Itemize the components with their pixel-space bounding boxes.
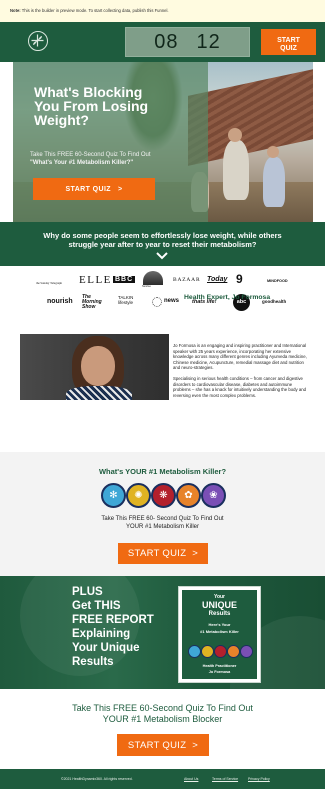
cta2-button-label: START QUIZ — [127, 739, 187, 751]
sun-icon: ✺ — [126, 483, 151, 508]
cta2-line-1: Take This FREE 60-Second Quiz To Find Ou… — [72, 703, 253, 713]
note-text: This is the builder in preview mode. To … — [21, 8, 169, 13]
quiz-subtitle-line-2: YOUR #1 Metabolism Killer — [125, 524, 200, 530]
site-footer: ©2021 HealthDynamix360. All rights reser… — [0, 769, 325, 789]
hero-subtitle-strong: "What's Your #1 Metabolism Killer?" — [30, 159, 134, 166]
final-cta-text: Take This FREE 60-Second Quiz To Find Ou… — [0, 703, 325, 725]
flame-icon: ❋ — [151, 483, 176, 508]
logo-nourish: nourish — [47, 298, 73, 305]
expert-bio: Jo Formosa is an engaging and inspiring … — [173, 343, 309, 398]
quiz-subtitle-line-1: Take This FREE 60- Second Quiz To Find O… — [101, 516, 224, 522]
leaf-icon: ✿ — [176, 483, 201, 508]
report-killer: #1 Metabolism Killer — [200, 629, 239, 634]
lotus-icon: ❀ — [201, 483, 226, 508]
cta2-line-2: YOUR #1 Metabolism Blocker — [102, 714, 223, 724]
report-by-2: Jo Formosa — [208, 670, 231, 674]
footer-copyright: ©2021 HealthDynamix360. All rights reser… — [61, 777, 133, 781]
leaf-cross-icon — [31, 34, 44, 47]
brand-logo[interactable] — [28, 31, 48, 51]
lotus-icon — [240, 645, 253, 658]
header-start-quiz-button[interactable]: START QUIZ — [261, 29, 316, 55]
page: Note: This is the builder in preview mod… — [0, 0, 325, 789]
metabolism-icons: ✻ ✺ ❋ ✿ ❀ — [101, 481, 227, 511]
site-header: 08 12 START QUIZ — [0, 22, 325, 62]
chevron-down-icon[interactable] — [156, 252, 168, 260]
header-start-label-2: QUIZ — [280, 44, 297, 52]
flame-icon — [214, 645, 227, 658]
logo-news: news — [164, 298, 180, 304]
quiz-subtitle: Take This FREE 60- Second Quiz To Find O… — [0, 515, 325, 531]
plus-line-4: Explaining — [72, 628, 131, 640]
hero-button-label: START QUIZ — [65, 185, 111, 193]
person-head-image — [228, 128, 242, 142]
sun-icon — [201, 645, 214, 658]
logo-sunrise-image — [143, 271, 163, 285]
logo-morning-show: The Morning Show — [82, 294, 102, 310]
leaf-icon — [227, 645, 240, 658]
hero-subtitle-text: Take This FREE 60-Second Quiz To Find Ou… — [30, 152, 151, 158]
logo-mindfood: MINDFOOD — [267, 279, 288, 283]
logo-talkin-lifestyle: TALKIN lifestyle — [118, 295, 134, 305]
report-by-1: Health Practitioner — [202, 664, 237, 668]
hero-subtitle: Take This FREE 60-Second Quiz To Find Ou… — [30, 152, 210, 167]
expert-face-image — [81, 346, 115, 386]
expert-dress-image — [66, 386, 132, 400]
final-start-quiz-button[interactable]: START QUIZ > — [117, 734, 209, 756]
plus-line-1: PLUS — [72, 586, 103, 598]
logo-bbc: BBC — [113, 276, 136, 283]
quiz-button-label: START QUIZ — [127, 548, 187, 559]
expert-title: Health Expert, Jo Formosa — [184, 294, 271, 301]
expert-bio-para-2: Specialising in serious health condition… — [173, 375, 307, 398]
arrow-right-icon: > — [192, 548, 199, 559]
expert-bio-para-1: Jo Formosa is an engaging and inspiring … — [173, 343, 307, 371]
footer-about-link[interactable]: About Us — [184, 777, 198, 781]
droplet-icon — [188, 645, 201, 658]
preview-note: Note: This is the builder in preview mod… — [0, 0, 325, 22]
report-heres: Here's Your — [208, 622, 231, 627]
countdown-timer: 08 12 — [125, 27, 250, 57]
hero-banner: What's Blocking You From Losing Weight? … — [13, 62, 313, 222]
quiz-title: What's YOUR #1 Metabolism Killer? — [98, 467, 227, 476]
expert-photo — [20, 334, 169, 400]
arrow-right-icon: > — [192, 739, 199, 751]
hero-start-quiz-button[interactable]: START QUIZ > — [33, 178, 155, 200]
plus-line-2: Get THIS — [72, 600, 121, 612]
droplet-icon: ✻ — [101, 483, 126, 508]
plus-line-3: FREE REPORT — [72, 614, 154, 626]
logo-sunday-telegraph: the Sunday Telegraph — [36, 281, 63, 285]
footer-terms-link[interactable]: Terms of Service — [212, 777, 238, 781]
exercising-person-image — [263, 157, 285, 207]
logo-sunrise: Sunrise — [142, 285, 151, 288]
news-sunburst-icon — [152, 297, 162, 307]
hero-title: What's Blocking You From Losing Weight? — [34, 84, 149, 128]
note-label: Note: — [10, 8, 21, 13]
timer-seconds: 12 — [196, 30, 221, 53]
timer-minutes: 08 — [154, 30, 179, 53]
report-unique: UNIQUE — [201, 600, 237, 610]
arrow-right-icon: > — [118, 185, 123, 193]
plus-line-5: Your Unique — [72, 642, 140, 654]
press-logos: the Sunday Telegraph ELLE BBC Sunrise BA… — [0, 268, 325, 320]
plus-line-6: Results — [72, 656, 114, 668]
question-text: Why do some people seem to effortlessly … — [43, 231, 282, 249]
logo-bazaar: BAZAAR — [173, 277, 201, 283]
report-results: Results — [208, 611, 231, 617]
person-head-image — [267, 146, 279, 158]
logo-elle: ELLE — [79, 274, 112, 286]
free-report-heading: PLUS Get THIS FREE REPORT Explaining You… — [72, 585, 182, 669]
exercising-person-image — [223, 140, 249, 200]
footer-privacy-link[interactable]: Privacy Policy — [248, 777, 270, 781]
logo-today: Today — [207, 276, 228, 283]
header-start-label-1: START — [277, 36, 300, 44]
logo-nine: 9 — [236, 272, 243, 286]
report-cover-image: Your UNIQUE Results Here's Your #1 Metab… — [179, 587, 260, 682]
quiz-start-button[interactable]: START QUIZ > — [118, 543, 208, 564]
